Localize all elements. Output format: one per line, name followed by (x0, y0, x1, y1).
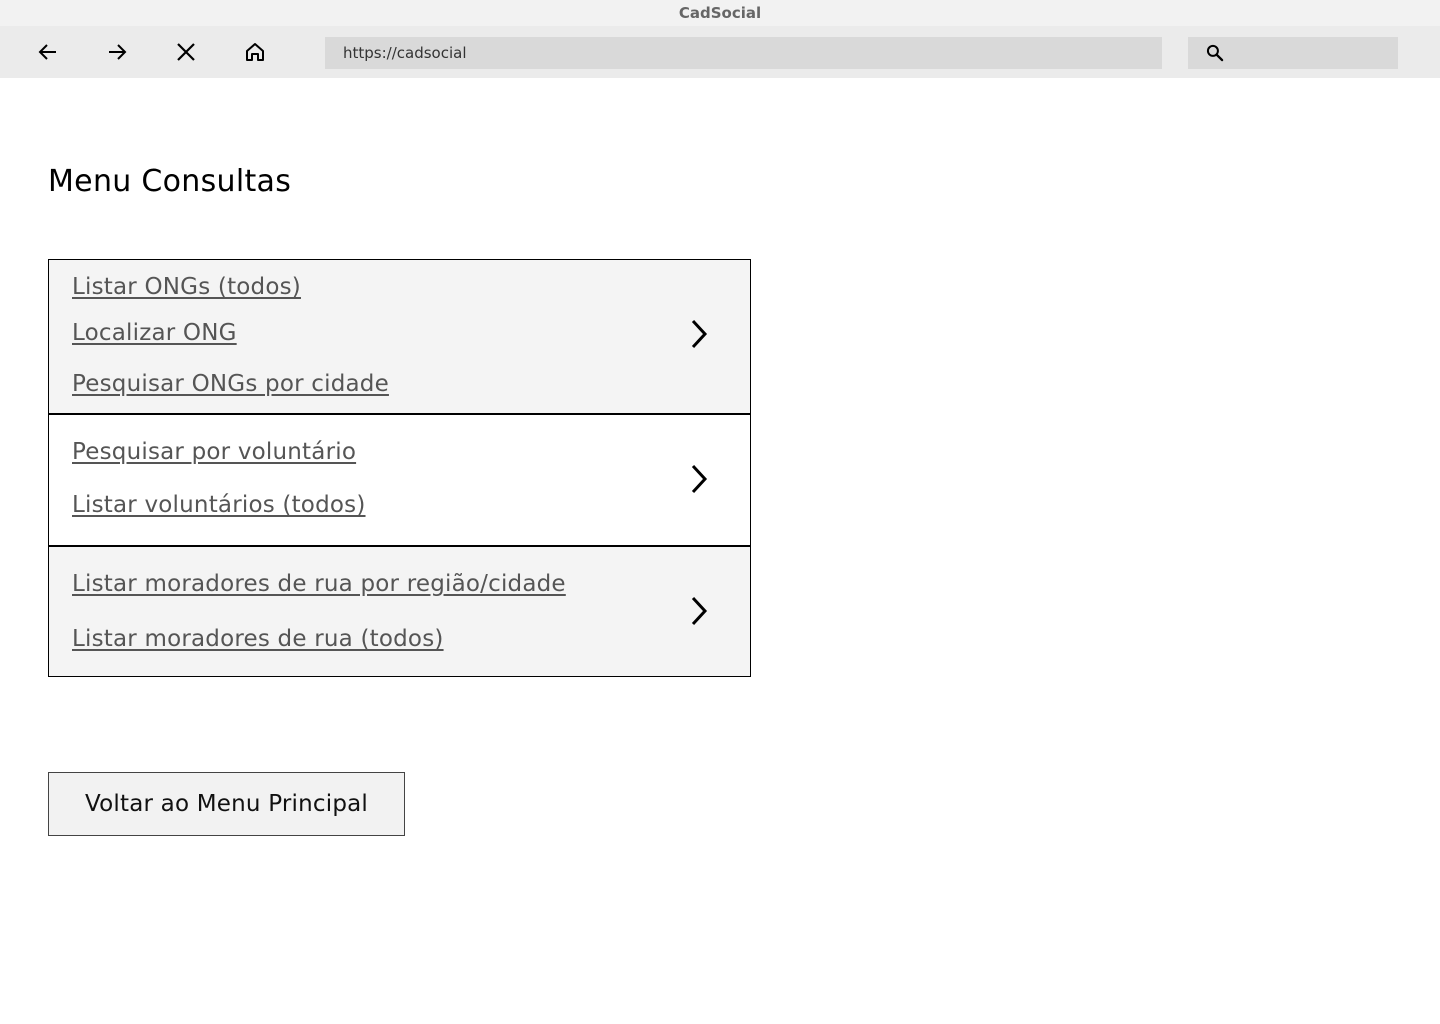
page-title: Menu Consultas (48, 164, 292, 199)
pesquisar-ongs-cidade-link[interactable]: Pesquisar ONGs por cidade (72, 371, 389, 397)
ong-section: Listar ONGs (todos) Localizar ONG Pesqui… (49, 260, 750, 413)
consultas-menu: Listar ONGs (todos) Localizar ONG Pesqui… (48, 259, 751, 677)
listar-moradores-regiao-link[interactable]: Listar moradores de rua por região/cidad… (72, 571, 566, 597)
home-icon (246, 43, 264, 61)
pesquisar-voluntario-link[interactable]: Pesquisar por voluntário (72, 439, 356, 465)
browser-toolbar: https://cadsocial (0, 26, 1440, 78)
back-to-main-menu-button[interactable]: Voltar ao Menu Principal (48, 772, 405, 836)
search-input[interactable] (1188, 37, 1398, 69)
arrow-left-icon (38, 44, 56, 60)
arrow-right-icon (109, 44, 127, 60)
back-button[interactable] (34, 38, 62, 66)
chevron-right-icon[interactable] (685, 318, 713, 350)
moradores-section: Listar moradores de rua por região/cidad… (49, 545, 750, 676)
stop-button[interactable] (172, 38, 200, 66)
window-title: CadSocial (0, 0, 1440, 26)
listar-voluntarios-link[interactable]: Listar voluntários (todos) (72, 492, 366, 518)
listar-moradores-todos-link[interactable]: Listar moradores de rua (todos) (72, 626, 444, 652)
forward-button[interactable] (103, 38, 131, 66)
close-icon (177, 43, 195, 61)
listar-ongs-link[interactable]: Listar ONGs (todos) (72, 274, 301, 300)
search-icon (1206, 44, 1224, 62)
chevron-right-icon[interactable] (685, 463, 713, 495)
address-bar[interactable]: https://cadsocial (325, 37, 1162, 69)
localizar-ong-link[interactable]: Localizar ONG (72, 320, 237, 346)
home-button[interactable] (241, 38, 269, 66)
chevron-right-icon[interactable] (685, 595, 713, 627)
voluntario-section: Pesquisar por voluntário Listar voluntár… (49, 413, 750, 545)
